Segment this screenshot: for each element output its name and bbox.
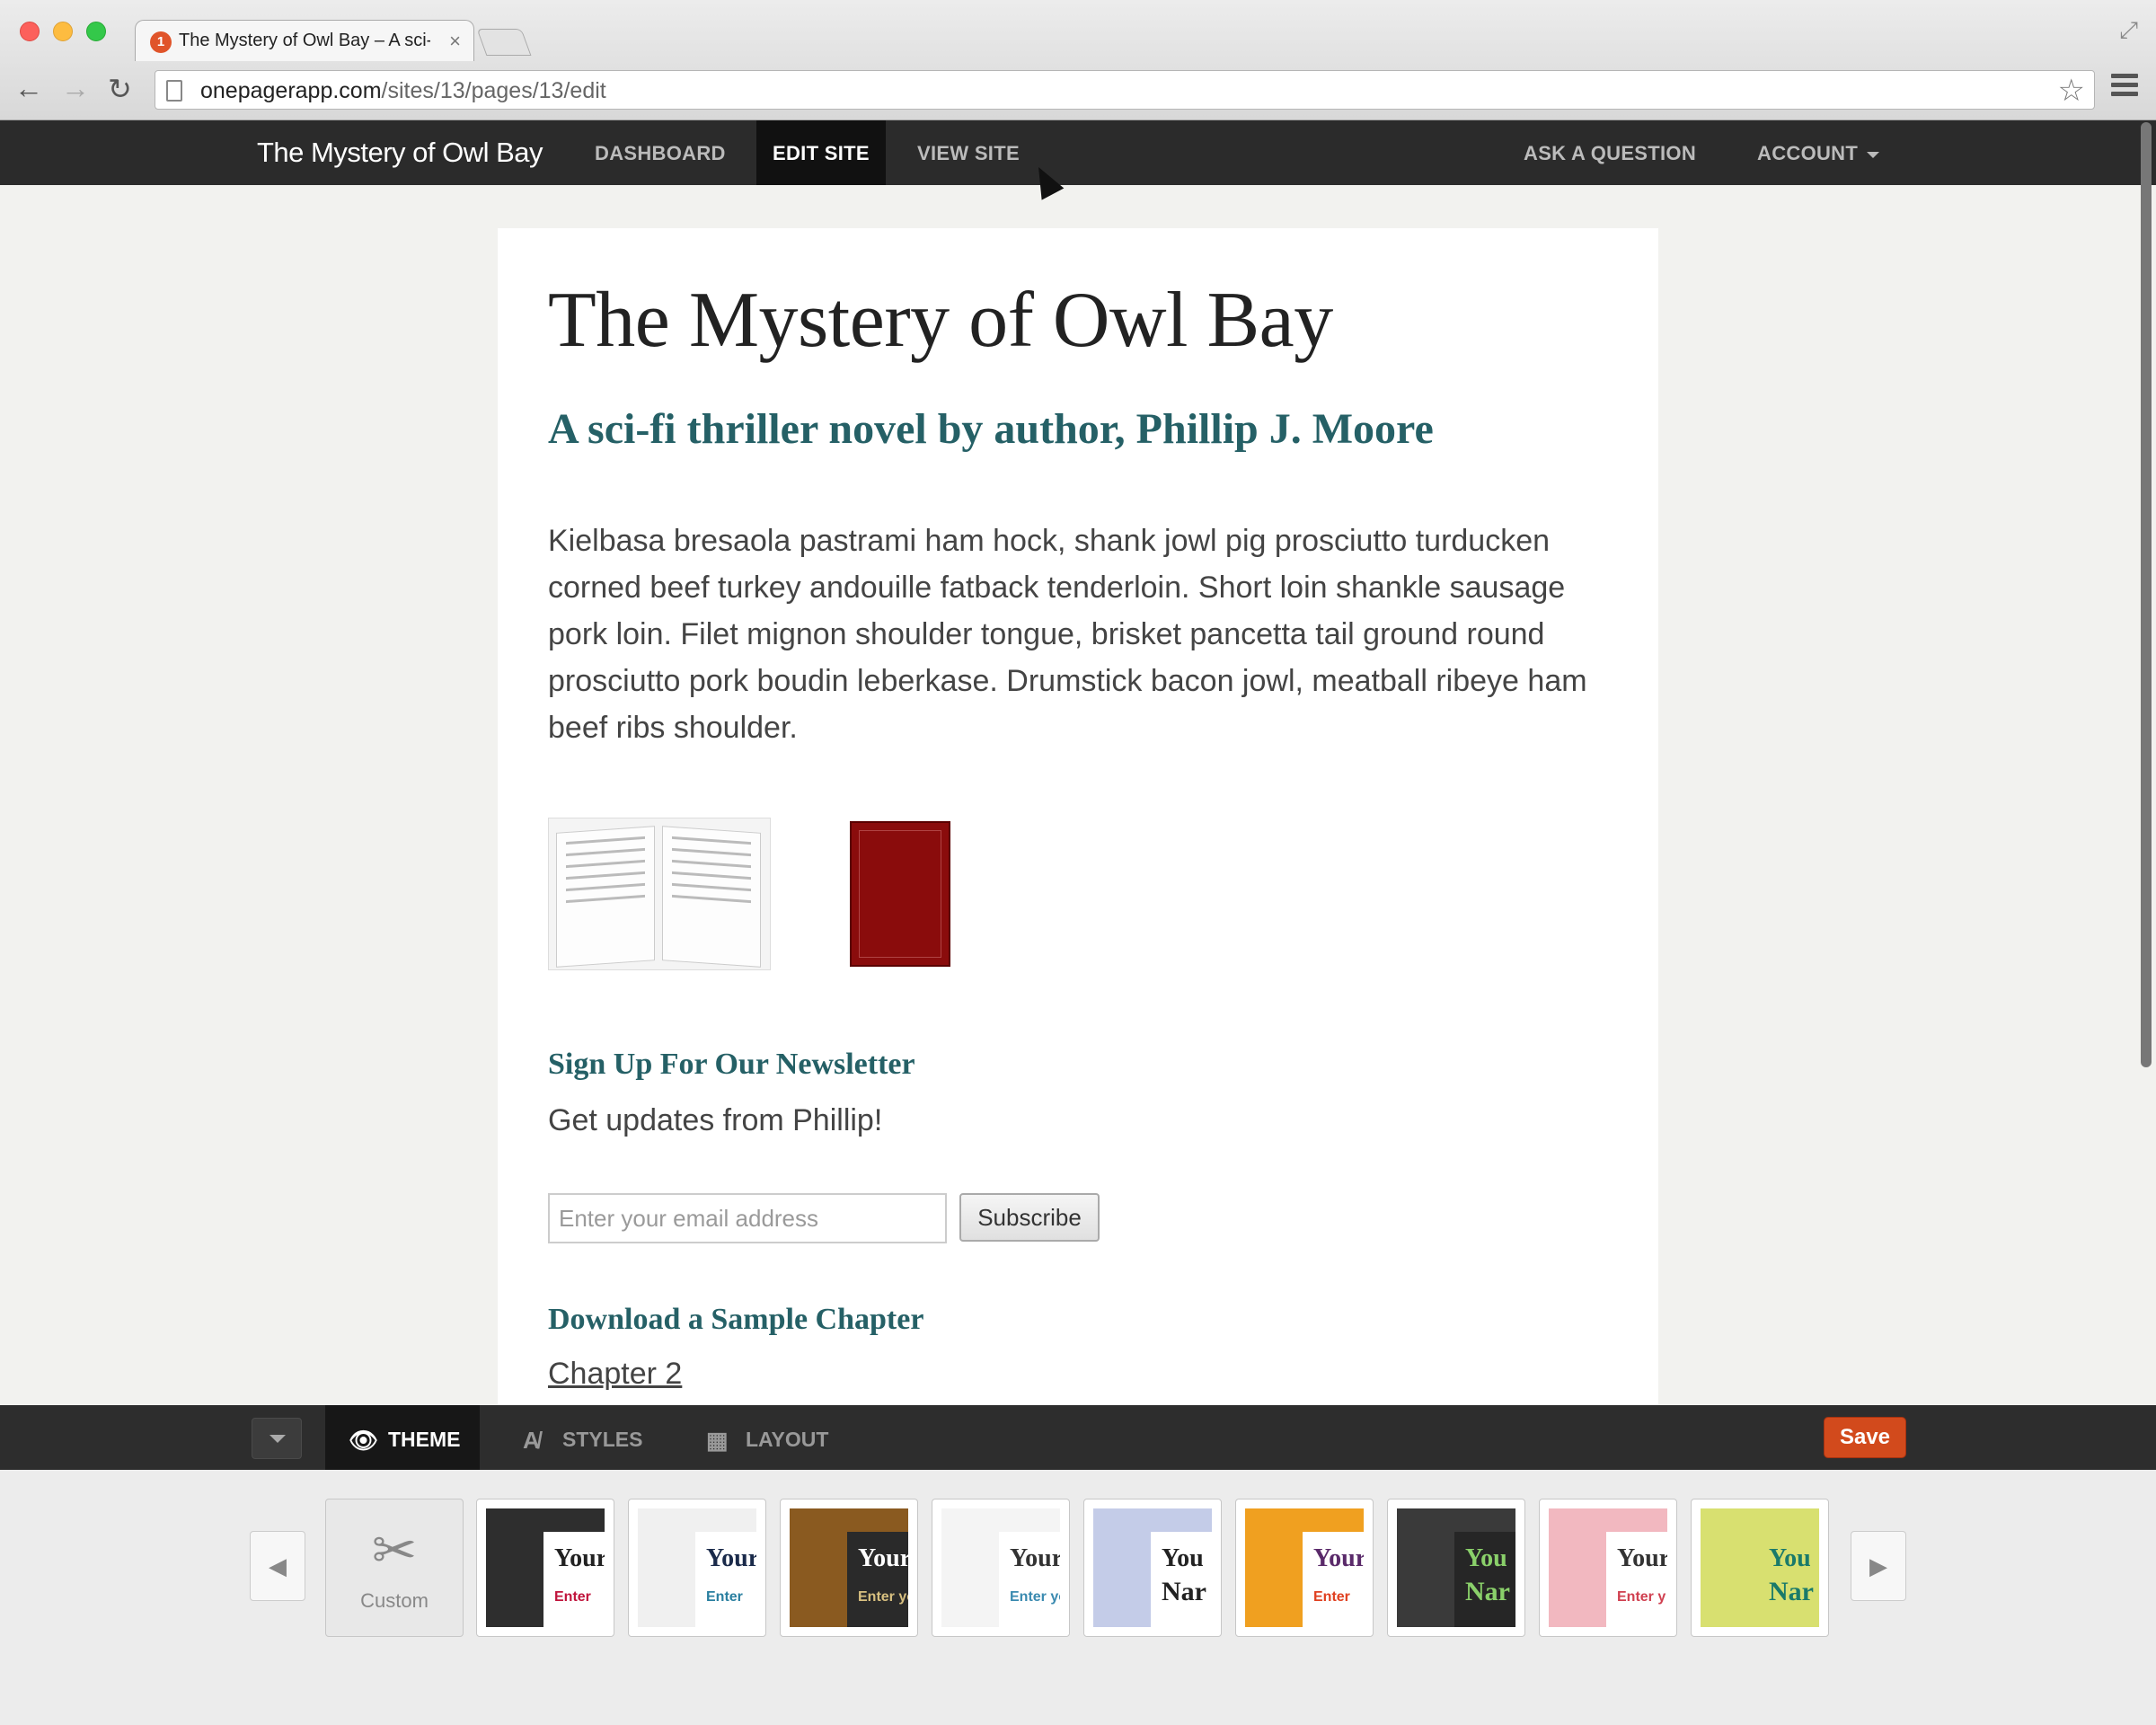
- theme-option[interactable]: You Nar: [1387, 1499, 1525, 1637]
- theme-option[interactable]: You Nar: [1083, 1499, 1222, 1637]
- theme-preview: Your Enter y: [1549, 1508, 1667, 1627]
- book-page-right: [662, 826, 761, 968]
- theme-preview-subtitle: Enter: [1313, 1589, 1350, 1605]
- theme-preview: Your Enter: [1245, 1508, 1364, 1627]
- theme-preview-subtitle: Enter: [706, 1589, 743, 1605]
- theme-tray: ◀ ✂ Custom Your Enter Your Enter Your Enter y…: [0, 1470, 2156, 1725]
- theme-preview-title: You: [1162, 1544, 1204, 1572]
- theme-preview-title: You: [1769, 1544, 1811, 1572]
- minimize-window-button[interactable]: [53, 22, 73, 41]
- fullscreen-icon[interactable]: ⤢: [2119, 16, 2138, 45]
- theme-preview-subtitle: Nar: [1769, 1577, 1814, 1606]
- tab-layout-label: LAYOUT: [746, 1428, 829, 1451]
- forward-icon[interactable]: →: [61, 72, 90, 105]
- theme-preview-subtitle: Enter y: [1617, 1589, 1666, 1605]
- tab-styles-label: STYLES: [562, 1428, 643, 1451]
- theme-option[interactable]: Your Enter y: [1539, 1499, 1677, 1637]
- chevron-left-icon: ◀: [269, 1552, 287, 1579]
- next-themes-button[interactable]: ▶: [1851, 1531, 1906, 1601]
- page-icon: [166, 80, 182, 102]
- theme-preview-title: Your: [706, 1544, 756, 1572]
- theme-preview-subtitle: Nar: [1465, 1577, 1510, 1606]
- account-label: ACCOUNT: [1757, 142, 1859, 164]
- tools-icon: ✂: [371, 1520, 418, 1580]
- theme-preview-title: Your: [1617, 1544, 1667, 1572]
- theme-preview-title: Your: [858, 1544, 908, 1572]
- theme-preview-title: You: [1465, 1544, 1507, 1572]
- eye-icon: 👁: [349, 1427, 379, 1454]
- page-subtitle[interactable]: A sci-fi thriller novel by author, Phill…: [548, 404, 1434, 454]
- layout-icon: ▦: [706, 1427, 729, 1454]
- subscribe-button[interactable]: Subscribe: [959, 1193, 1100, 1242]
- back-icon[interactable]: ←: [14, 72, 43, 105]
- font-icon: A̸: [523, 1427, 540, 1454]
- theme-preview: Your Enter: [486, 1508, 605, 1627]
- save-button[interactable]: Save: [1824, 1417, 1906, 1458]
- bookmark-star-icon[interactable]: ☆: [2058, 73, 2085, 109]
- book-page-left: [556, 826, 655, 968]
- editor-toolbar: 👁 THEME A̸ STYLES ▦ LAYOUT Save: [0, 1405, 2156, 1470]
- address-bar[interactable]: onepagerapp.com/sites/13/pages/13/edit ☆: [155, 70, 2095, 110]
- red-book-cover-image[interactable]: [850, 821, 950, 967]
- tab-theme[interactable]: 👁 THEME: [325, 1405, 480, 1470]
- browser-tab[interactable]: 1 The Mystery of Owl Bay – A sci-fi thri…: [135, 20, 474, 61]
- email-input[interactable]: [548, 1193, 947, 1243]
- theme-option[interactable]: Your Enter yo: [780, 1499, 918, 1637]
- theme-option[interactable]: Your Enter: [476, 1499, 614, 1637]
- nav-edit-site[interactable]: EDIT SITE: [756, 120, 886, 185]
- reload-icon[interactable]: ↻: [108, 72, 132, 106]
- theme-custom[interactable]: ✂ Custom: [325, 1499, 464, 1637]
- new-tab-button[interactable]: [476, 29, 532, 56]
- theme-preview-subtitle: Nar: [1162, 1577, 1206, 1606]
- tab-theme-label: THEME: [388, 1428, 461, 1451]
- close-window-button[interactable]: [20, 22, 40, 41]
- newsletter-text[interactable]: Get updates from Phillip!: [548, 1103, 882, 1138]
- theme-preview-title: Your: [554, 1544, 605, 1572]
- app-navbar: The Mystery of Owl Bay DASHBOARD EDIT SI…: [0, 120, 2156, 185]
- url-text: onepagerapp.com/sites/13/pages/13/edit: [200, 78, 606, 103]
- chevron-right-icon: ▶: [1869, 1552, 1887, 1579]
- page-scrollbar[interactable]: [2141, 122, 2152, 1067]
- theme-preview: You Nar: [1701, 1508, 1819, 1627]
- newsletter-heading[interactable]: Sign Up For Our Newsletter: [548, 1048, 915, 1082]
- favicon-icon: 1: [150, 31, 172, 53]
- theme-preview-subtitle: Enter yo: [858, 1589, 908, 1605]
- zoom-window-button[interactable]: [86, 22, 106, 41]
- chevron-down-icon: [1867, 151, 1880, 158]
- chapter-2-link[interactable]: Chapter 2: [548, 1357, 682, 1392]
- page-body-text[interactable]: Kielbasa bresaola pastrami ham hock, sha…: [548, 518, 1608, 751]
- theme-preview-subtitle: Enter: [554, 1589, 591, 1605]
- theme-option[interactable]: You Nar: [1691, 1499, 1829, 1637]
- tab-styles[interactable]: A̸ STYLES: [523, 1405, 658, 1470]
- nav-account[interactable]: ACCOUNT: [1757, 142, 1880, 165]
- theme-preview: Your Enter yo: [941, 1508, 1060, 1627]
- browser-chrome: 1 The Mystery of Owl Bay – A sci-fi thri…: [0, 0, 2156, 120]
- collapse-panel-button[interactable]: [252, 1418, 302, 1459]
- theme-preview: Your Enter yo: [790, 1508, 908, 1627]
- prev-themes-button[interactable]: ◀: [250, 1531, 305, 1601]
- tab-layout[interactable]: ▦ LAYOUT: [706, 1405, 850, 1470]
- theme-preview: You Nar: [1093, 1508, 1212, 1627]
- theme-option[interactable]: Your Enter yo: [932, 1499, 1070, 1637]
- tab-close-icon[interactable]: ×: [449, 30, 461, 53]
- sample-chapter-heading[interactable]: Download a Sample Chapter: [548, 1303, 923, 1337]
- nav-ask-question[interactable]: ASK A QUESTION: [1524, 142, 1696, 165]
- theme-preview: You Nar: [1397, 1508, 1515, 1627]
- brand-link[interactable]: The Mystery of Owl Bay: [257, 137, 543, 169]
- theme-preview-subtitle: Enter yo: [1010, 1589, 1060, 1605]
- open-book-image[interactable]: [548, 818, 771, 970]
- custom-label: Custom: [360, 1589, 429, 1612]
- nav-dashboard[interactable]: DASHBOARD: [595, 142, 726, 165]
- site-preview-card: The Mystery of Owl Bay A sci-fi thriller…: [498, 228, 1658, 1405]
- page-title[interactable]: The Mystery of Owl Bay: [548, 275, 1333, 366]
- theme-preview-title: Your: [1313, 1544, 1364, 1572]
- nav-view-site[interactable]: VIEW SITE: [917, 142, 1020, 165]
- browser-menu-icon[interactable]: [2111, 74, 2138, 101]
- theme-preview-title: Your: [1010, 1544, 1060, 1572]
- theme-option[interactable]: Your Enter: [628, 1499, 766, 1637]
- theme-preview: Your Enter: [638, 1508, 756, 1627]
- theme-option[interactable]: Your Enter: [1235, 1499, 1374, 1637]
- tab-title: The Mystery of Owl Bay – A sci-fi thrill…: [179, 31, 430, 50]
